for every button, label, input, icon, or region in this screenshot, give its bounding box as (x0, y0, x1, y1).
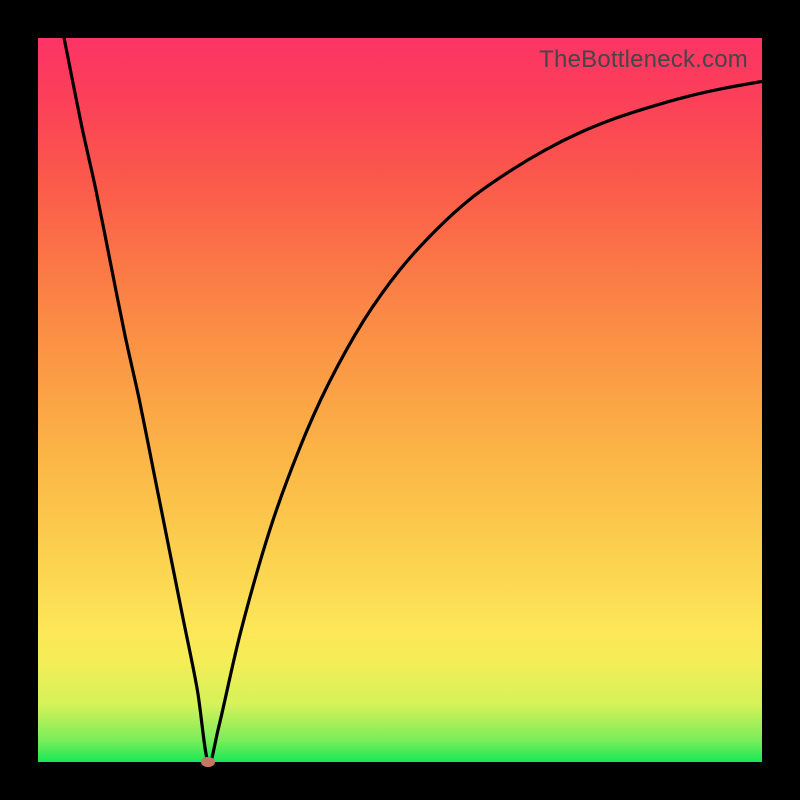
minimum-point-marker (201, 757, 215, 767)
bottleneck-curve (38, 38, 762, 762)
plot-area: TheBottleneck.com (38, 38, 762, 762)
chart-frame: TheBottleneck.com (0, 0, 800, 800)
